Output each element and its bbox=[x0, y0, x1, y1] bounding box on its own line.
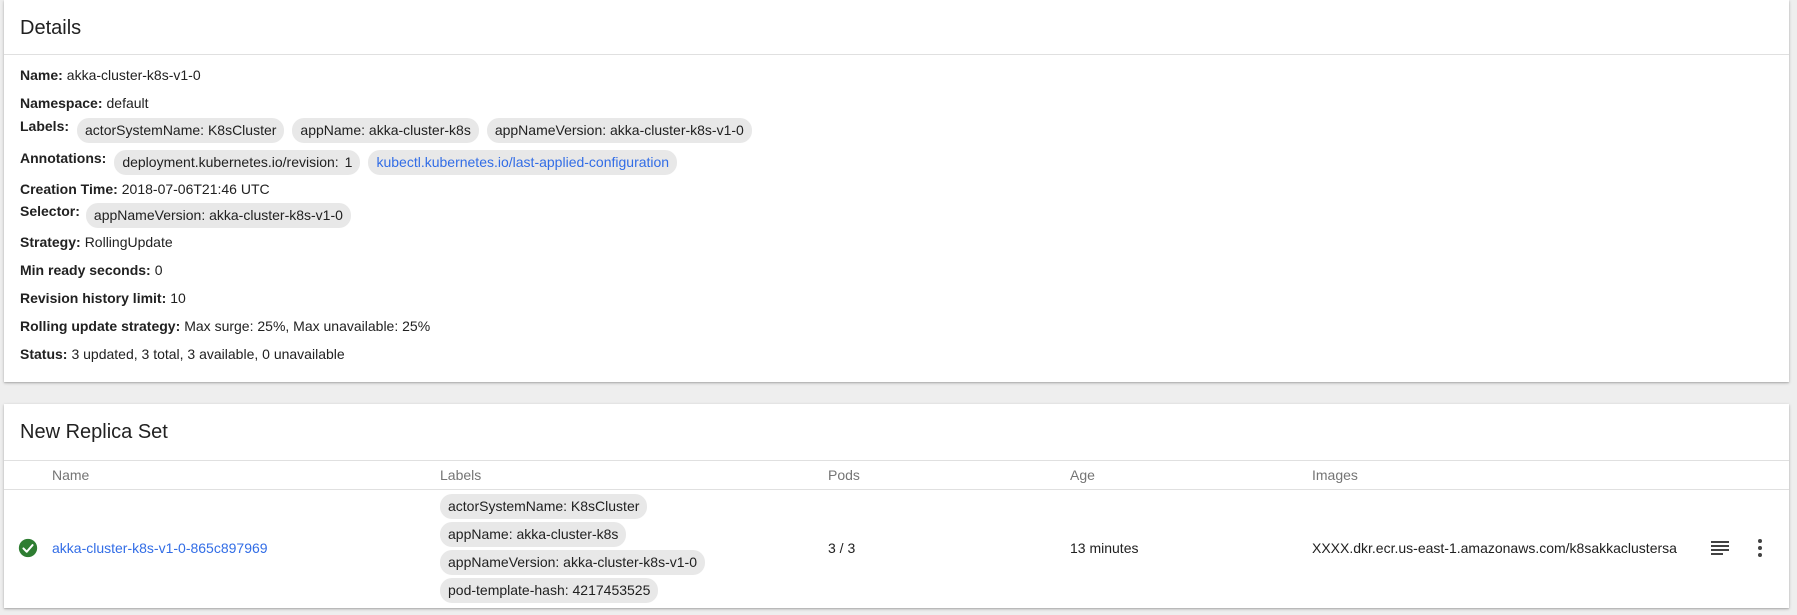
status-key: Status: bbox=[20, 346, 68, 362]
logs-icon[interactable] bbox=[1708, 536, 1732, 560]
selector-key: Selector: bbox=[20, 203, 80, 219]
rolling-update-value: Max surge: 25%, Max unavailable: 25% bbox=[184, 318, 431, 334]
column-pods: Pods bbox=[828, 467, 860, 483]
status-row: Status: 3 updated, 3 total, 3 available,… bbox=[20, 346, 1773, 363]
rolling-update-row: Rolling update strategy: Max surge: 25%,… bbox=[20, 318, 1773, 335]
table-header: Name Labels Pods Age Images bbox=[4, 461, 1789, 490]
min-ready-row: Min ready seconds: 0 bbox=[20, 262, 1773, 279]
min-ready-key: Min ready seconds: bbox=[20, 262, 151, 278]
column-name[interactable]: Name bbox=[52, 467, 89, 483]
min-ready-value: 0 bbox=[154, 262, 163, 278]
selector-row: Selector: appNameVersion: akka-cluster-k… bbox=[20, 203, 1773, 228]
annotations-row: Annotations: deployment.kubernetes.io/re… bbox=[20, 150, 1773, 175]
name-key: Name: bbox=[20, 67, 63, 83]
column-labels: Labels bbox=[440, 467, 482, 483]
strategy-key: Strategy: bbox=[20, 234, 81, 250]
name-row: Name: akka-cluster-k8s-v1-0 bbox=[20, 67, 1773, 84]
annotation-revision-value: 1 bbox=[344, 154, 353, 170]
check-circle-icon bbox=[18, 538, 38, 558]
column-images: Images bbox=[1312, 467, 1358, 483]
replica-set-title: New Replica Set bbox=[4, 404, 1789, 461]
revision-limit-row: Revision history limit: 10 bbox=[20, 290, 1773, 307]
labels-row: Labels: actorSystemName: K8sCluster appN… bbox=[20, 118, 1773, 143]
name-value: akka-cluster-k8s-v1-0 bbox=[66, 67, 201, 83]
annotation-revision-key: deployment.kubernetes.io/revision: bbox=[122, 154, 339, 170]
replica-set-labels: actorSystemName: K8sCluster appName: akk… bbox=[440, 494, 705, 606]
label-chip: appNameVersion: akka-cluster-k8s-v1-0 bbox=[440, 550, 705, 575]
table-row: akka-cluster-k8s-v1-0-865c897969 actorSy… bbox=[4, 490, 1789, 609]
details-title: Details bbox=[4, 0, 1789, 55]
namespace-key: Namespace: bbox=[20, 95, 103, 111]
creation-time-row: Creation Time: 2018-07-06T21:46 UTC bbox=[20, 181, 1773, 198]
details-body: Name: akka-cluster-k8s-v1-0 Namespace: d… bbox=[4, 55, 1789, 363]
strategy-value: RollingUpdate bbox=[84, 234, 173, 250]
annotation-last-applied-link[interactable]: kubectl.kubernetes.io/last-applied-confi… bbox=[368, 150, 678, 175]
rolling-update-key: Rolling update strategy: bbox=[20, 318, 181, 334]
label-chip: pod-template-hash: 4217453525 bbox=[440, 578, 659, 603]
namespace-row: Namespace: default bbox=[20, 95, 1773, 112]
creation-time-key: Creation Time: bbox=[20, 181, 118, 197]
selector-chip: appNameVersion: akka-cluster-k8s-v1-0 bbox=[85, 203, 351, 228]
pods-value: 3 / 3 bbox=[828, 540, 856, 556]
annotation-chip-revision: deployment.kubernetes.io/revision: 1 bbox=[114, 150, 361, 175]
revision-limit-key: Revision history limit: bbox=[20, 290, 167, 306]
replica-set-name-link[interactable]: akka-cluster-k8s-v1-0-865c897969 bbox=[52, 540, 268, 556]
image-value: XXXX.dkr.ecr.us-east-1.amazonaws.com/k8s… bbox=[1312, 540, 1677, 556]
namespace-value: default bbox=[106, 95, 149, 111]
label-chip: actorSystemName: K8sCluster bbox=[77, 118, 285, 143]
label-chip: appNameVersion: akka-cluster-k8s-v1-0 bbox=[486, 118, 752, 143]
column-age[interactable]: Age bbox=[1070, 467, 1095, 483]
status-value: 3 updated, 3 total, 3 available, 0 unava… bbox=[71, 346, 345, 362]
age-value: 13 minutes bbox=[1070, 540, 1139, 556]
label-chip: actorSystemName: K8sCluster bbox=[440, 494, 648, 519]
label-chip: appName: akka-cluster-k8s bbox=[292, 118, 479, 143]
label-chip: appName: akka-cluster-k8s bbox=[440, 522, 627, 547]
annotations-key: Annotations: bbox=[20, 150, 107, 166]
revision-limit-value: 10 bbox=[170, 290, 186, 306]
replica-set-card: New Replica Set Name Labels Pods Age Ima… bbox=[4, 404, 1789, 608]
strategy-row: Strategy: RollingUpdate bbox=[20, 234, 1773, 251]
details-card: Details Name: akka-cluster-k8s-v1-0 Name… bbox=[4, 0, 1789, 382]
creation-time-value: 2018-07-06T21:46 UTC bbox=[121, 181, 270, 197]
more-vert-icon[interactable] bbox=[1748, 536, 1772, 560]
labels-key: Labels: bbox=[20, 118, 70, 134]
